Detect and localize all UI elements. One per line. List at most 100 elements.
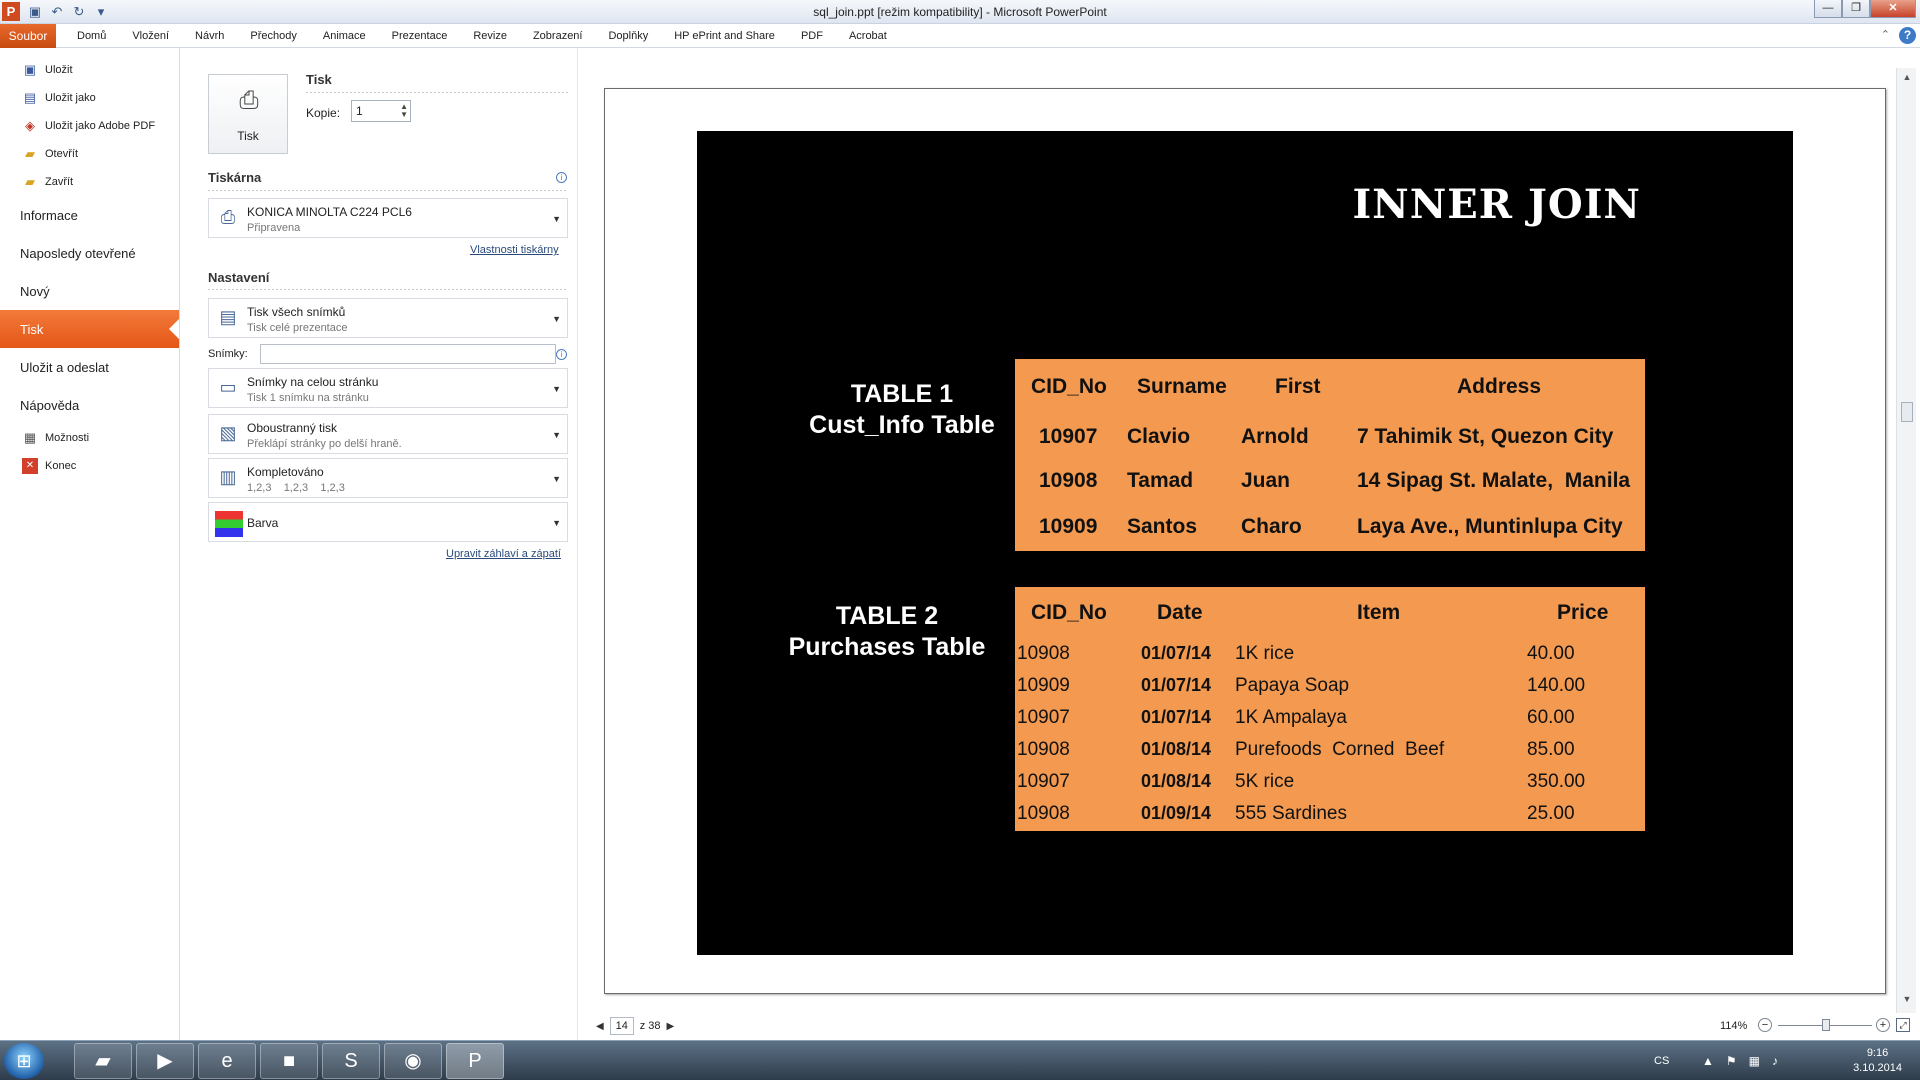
tab-review[interactable]: Revize	[460, 24, 520, 48]
table-cell: 10907	[1039, 425, 1098, 448]
network-icon[interactable]: ▦	[1749, 1054, 1760, 1068]
slides-stack-icon: ▤	[219, 307, 237, 327]
show-hidden-icons-icon[interactable]: ▲	[1702, 1054, 1714, 1068]
table-cell: Arnold	[1241, 425, 1309, 448]
powerpoint-icon[interactable]: P	[446, 1043, 504, 1079]
action-center-icon[interactable]: ⚑	[1726, 1054, 1737, 1068]
duplex-print-icon: ▧	[219, 423, 237, 443]
nav-exit[interactable]: ✕ Konec	[0, 452, 179, 480]
page-total: z 38	[639, 1020, 661, 1032]
tab-transitions[interactable]: Přechody	[237, 24, 309, 48]
print-button[interactable]: ⎙ Tisk	[208, 74, 288, 154]
table-cell: 25.00	[1527, 803, 1575, 824]
table-header: Surname	[1137, 375, 1227, 398]
slides-info-icon[interactable]: i	[556, 349, 567, 360]
chevron-down-icon: ▼	[552, 474, 561, 484]
scroll-thumb[interactable]	[1901, 402, 1913, 422]
nav-tab-print[interactable]: Tisk	[0, 310, 179, 348]
previous-page-icon[interactable]: ◀	[596, 1021, 604, 1032]
zoom-out-button[interactable]: −	[1758, 1018, 1772, 1032]
tab-acrobat[interactable]: Acrobat	[836, 24, 900, 48]
backstage-nav: ▣ Uložit ▤ Uložit jako ◈ Uložit jako Adobe …	[0, 48, 180, 1040]
table-cell: 5K rice	[1235, 771, 1295, 792]
nav-tab-recent[interactable]: Naposledy otevřené	[0, 234, 179, 272]
explorer-icon[interactable]: ▰	[74, 1043, 132, 1079]
help-icon[interactable]: ?	[1899, 27, 1916, 44]
tab-file[interactable]: Soubor	[0, 24, 56, 48]
tab-hp-eprint[interactable]: HP ePrint and Share	[661, 24, 788, 48]
volume-icon[interactable]: ♪	[1772, 1054, 1778, 1068]
tab-addins[interactable]: Doplňky	[595, 24, 661, 48]
table-cell: 10907	[1017, 771, 1070, 792]
collapse-ribbon-icon[interactable]: ⌃	[1881, 28, 1890, 41]
tab-design[interactable]: Návrh	[182, 24, 237, 48]
clock[interactable]: 9:16 3.10.2014	[1853, 1046, 1902, 1076]
window-controls: — ❐ ✕	[1814, 0, 1916, 18]
save-as-icon: ▤	[23, 90, 37, 105]
spin-arrows-icon[interactable]: ▲ ▼	[400, 103, 408, 119]
printer-info-icon[interactable]: i	[556, 172, 567, 183]
minimize-button[interactable]: —	[1814, 0, 1842, 18]
zoom-percent[interactable]: 114%	[1720, 1020, 1747, 1032]
tab-animations[interactable]: Animace	[310, 24, 379, 48]
layout-dropdown[interactable]: ▭ Snímky na celou stránku Tisk 1 snímku …	[208, 368, 568, 408]
next-page-icon[interactable]: ▶	[667, 1021, 675, 1032]
nav-close[interactable]: ▰ Zavřít	[0, 168, 179, 196]
printer-dropdown[interactable]: ⎙ KONICA MINOLTA C224 PCL6 Připravena ▼	[208, 198, 568, 238]
table-header: First	[1275, 375, 1321, 398]
zoom-in-button[interactable]: +	[1876, 1018, 1890, 1032]
copies-stepper[interactable]: 1 ▲ ▼	[351, 100, 411, 122]
duplex-dropdown[interactable]: ▧ Oboustranný tisk Překlápí stránky po d…	[208, 414, 568, 454]
header-footer-link[interactable]: Upravit záhlaví a zápatí	[446, 548, 561, 560]
scroll-down-icon[interactable]: ▼	[1900, 994, 1914, 1008]
cmd-icon[interactable]: ■	[260, 1043, 318, 1079]
start-button[interactable]: ⊞	[4, 1043, 44, 1079]
nav-tab-help[interactable]: Nápověda	[0, 386, 179, 424]
table-cell: 85.00	[1527, 739, 1575, 760]
tab-home[interactable]: Domů	[64, 24, 119, 48]
zoom-slider-handle[interactable]	[1822, 1019, 1830, 1031]
tab-insert[interactable]: Vložení	[119, 24, 182, 48]
color-swatch-icon	[215, 511, 243, 537]
tab-view[interactable]: Zobrazení	[520, 24, 596, 48]
color-dropdown[interactable]: Barva ▼	[208, 502, 568, 542]
nav-save-as-pdf[interactable]: ◈ Uložit jako Adobe PDF	[0, 112, 179, 140]
table-cell: 10908	[1017, 803, 1070, 824]
scroll-up-icon[interactable]: ▲	[1900, 72, 1914, 86]
close-window-button[interactable]: ✕	[1870, 0, 1916, 18]
table-cell: 01/08/14	[1141, 771, 1212, 791]
preview-scrollbar[interactable]: ▲ ▼	[1896, 68, 1916, 1013]
window-title: sql_join.ppt [režim kompatibility] - Mic…	[813, 5, 1107, 19]
slides-label: Snímky:	[208, 348, 248, 360]
nav-tab-info[interactable]: Informace	[0, 196, 179, 234]
nav-options[interactable]: ▦ Možnosti	[0, 424, 179, 452]
internet-explorer-icon[interactable]: e	[198, 1043, 256, 1079]
nav-save-as[interactable]: ▤ Uložit jako	[0, 84, 179, 112]
slides-input[interactable]	[260, 344, 556, 364]
skype-icon[interactable]: S	[322, 1043, 380, 1079]
current-page-input[interactable]: 14	[609, 1017, 634, 1035]
collate-dropdown[interactable]: ▥ Kompletováno 1,2,3 1,2,3 1,2,3 ▼	[208, 458, 568, 498]
windows-taskbar: ⊞ ▰ ▶ e ■ S ◉ P CS ▲ ⚑ ▦ ♪ 9:16 3.10.201…	[0, 1040, 1920, 1080]
zoom-to-page-icon[interactable]: ⤢	[1896, 1018, 1910, 1032]
nav-tab-new[interactable]: Nový	[0, 272, 179, 310]
chrome-icon[interactable]: ◉	[384, 1043, 442, 1079]
table-cell: 10909	[1039, 515, 1098, 538]
maximize-button[interactable]: ❐	[1842, 0, 1870, 18]
nav-open[interactable]: ▰ Otevřít	[0, 140, 179, 168]
slide: INNER JOIN TABLE 1 Cust_Info Table TABLE…	[697, 131, 1793, 955]
nav-save[interactable]: ▣ Uložit	[0, 56, 179, 84]
media-player-icon[interactable]: ▶	[136, 1043, 194, 1079]
page-navigator: ◀ 14 z 38 ▶	[596, 1015, 674, 1037]
printer-properties-link[interactable]: Vlastnosti tiskárny	[470, 244, 559, 256]
print-range-dropdown[interactable]: ▤ Tisk všech snímků Tisk celé prezentace…	[208, 298, 568, 338]
table-cell: 01/07/14	[1141, 707, 1212, 727]
open-folder-icon: ▰	[25, 146, 35, 161]
table-cell: Tamad	[1127, 469, 1194, 492]
language-indicator[interactable]: CS	[1654, 1055, 1669, 1067]
purchases-table: CID_No Date Item Price 10908 01/07/14 1K…	[1015, 587, 1645, 831]
tab-slideshow[interactable]: Prezentace	[379, 24, 461, 48]
tab-pdf[interactable]: PDF	[788, 24, 836, 48]
copies-label: Kopie:	[306, 106, 341, 120]
nav-tab-save-send[interactable]: Uložit a odeslat	[0, 348, 179, 386]
